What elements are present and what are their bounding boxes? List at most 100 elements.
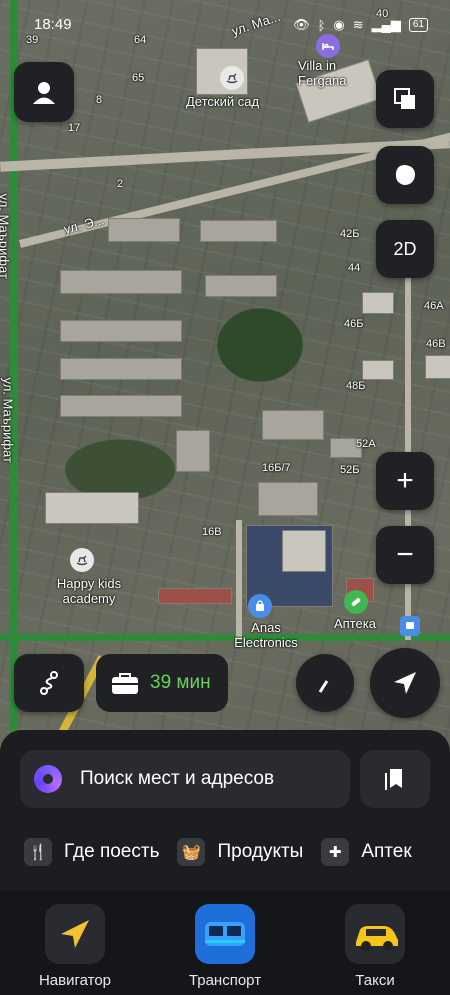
building: [60, 270, 182, 294]
navigation-arrow-icon: [394, 672, 416, 694]
house-number: 52А: [356, 438, 376, 450]
battery-icon: 61: [408, 18, 428, 32]
house-number: 52Б: [340, 464, 360, 476]
house-number: 17: [68, 122, 81, 134]
chip-pharmacy[interactable]: ✚ Аптек: [321, 838, 412, 866]
minus-icon: −: [396, 538, 414, 571]
anas-electronics-label: Anas Electronics: [234, 620, 298, 650]
happy-kids-poi[interactable]: [70, 548, 94, 572]
building: [205, 275, 277, 297]
road-bottom: [0, 634, 450, 641]
house-number: 48Б: [346, 380, 366, 392]
building: [60, 358, 182, 380]
travel-time-button[interactable]: 39 мин: [96, 654, 228, 712]
my-location-button[interactable]: [370, 648, 440, 718]
villa-label: Villa in Fergana: [298, 58, 347, 88]
view-mode-label: 2D: [393, 238, 417, 259]
alice-assistant-icon[interactable]: [34, 765, 62, 793]
plus-icon: ✚: [321, 838, 350, 866]
house-number: 46Б: [344, 318, 364, 330]
profile-button[interactable]: [14, 62, 74, 122]
tab-taxi[interactable]: Такси: [320, 904, 430, 989]
building: [362, 292, 394, 314]
building: [60, 395, 182, 417]
kindergarten-label: Детский сад: [186, 94, 260, 109]
route-button[interactable]: [14, 654, 84, 712]
building: [176, 430, 210, 472]
bluetooth-icon: ᛒ: [317, 17, 326, 33]
tab-label: Транспорт: [188, 972, 262, 989]
chip-label: Где поесть: [64, 841, 160, 862]
zoom-in-button[interactable]: +: [376, 452, 434, 510]
layers-button[interactable]: [376, 70, 434, 128]
house-number: 2: [117, 178, 124, 190]
search-panel: Поиск мест и адресов 🍴 Где поесть 🧺 Прод…: [0, 730, 450, 890]
compass-button[interactable]: [296, 654, 354, 712]
building: [158, 588, 232, 604]
travel-minutes: 39 мин: [150, 672, 211, 693]
rocking-horse-icon: [76, 555, 88, 566]
house-number: 65: [132, 72, 145, 84]
signal-icon: ▂▄▆: [371, 17, 401, 32]
compass-icon: [318, 674, 330, 693]
rocking-horse-icon: [226, 73, 238, 84]
map-style-button[interactable]: [376, 146, 434, 204]
building: [258, 482, 318, 516]
tab-transport[interactable]: Транспорт: [170, 904, 280, 989]
building: [262, 410, 324, 440]
bus-stop-icon: [406, 622, 414, 629]
anas-electronics-poi[interactable]: [248, 594, 272, 618]
bottom-tab-bar: Навигатор Транспорт Такси: [0, 890, 450, 995]
chip-label: Продукты: [217, 841, 304, 862]
location-icon: ◉: [333, 17, 345, 32]
house-number: 46В: [426, 338, 446, 350]
chip-food[interactable]: 🍴 Где поесть: [24, 838, 159, 866]
briefcase-icon: [112, 673, 138, 694]
shopping-bag-icon: [256, 600, 264, 611]
house-number: 42Б: [340, 228, 360, 240]
navigator-icon: [45, 904, 105, 964]
pill-icon: [351, 598, 361, 606]
bed-icon: [322, 43, 334, 50]
status-time: 18:49: [34, 16, 72, 33]
bus-icon: [195, 904, 255, 964]
user-icon: [33, 82, 55, 104]
taxi-icon: [345, 904, 405, 964]
building: [200, 220, 277, 242]
house-number: 46А: [424, 300, 444, 312]
kindergarten-poi[interactable]: [220, 66, 244, 90]
happy-kids-label: Happy kids academy: [56, 576, 122, 606]
building: [45, 492, 139, 524]
street-label: ул. Маърифат: [0, 377, 16, 463]
building: [362, 360, 394, 380]
street-label: ул. Э...: [62, 212, 106, 237]
bookmarks-button[interactable]: [360, 750, 430, 808]
building: [60, 320, 182, 342]
tab-navigator[interactable]: Навигатор: [20, 904, 130, 989]
bookmarks-icon: [385, 769, 402, 790]
house-number: 16Б/7: [262, 462, 291, 474]
blob-shape-icon: [395, 165, 415, 185]
tab-label: Такси: [355, 972, 395, 989]
route-icon: [40, 671, 58, 695]
building: [282, 530, 326, 572]
search-input[interactable]: Поиск мест и адресов: [20, 750, 350, 808]
status-icons: 👁 ᛒ ◉ ≋ ▂▄▆ 61: [293, 17, 428, 33]
view-mode-button[interactable]: 2D: [376, 220, 434, 278]
apteka-label: Аптека: [334, 616, 376, 631]
status-bar: 18:49 👁 ᛒ ◉ ≋ ▂▄▆ 61: [0, 0, 450, 38]
tab-label: Навигатор: [38, 972, 112, 989]
zoom-out-button[interactable]: −: [376, 526, 434, 584]
house-number: 16В: [202, 526, 222, 538]
street-label: ул. Маърифат: [0, 193, 12, 279]
eye-icon: 👁: [293, 17, 310, 32]
fork-knife-icon: 🍴: [24, 838, 52, 866]
search-placeholder: Поиск мест и адресов: [80, 768, 275, 789]
chip-label: Аптек: [361, 841, 412, 862]
plus-icon: +: [396, 464, 414, 497]
house-number: 8: [96, 94, 103, 106]
chip-groceries[interactable]: 🧺 Продукты: [177, 838, 303, 866]
category-chips: 🍴 Где поесть 🧺 Продукты ✚ Аптек: [24, 838, 412, 866]
bus-stop-poi[interactable]: [400, 616, 420, 636]
apteka-poi[interactable]: [344, 590, 368, 614]
